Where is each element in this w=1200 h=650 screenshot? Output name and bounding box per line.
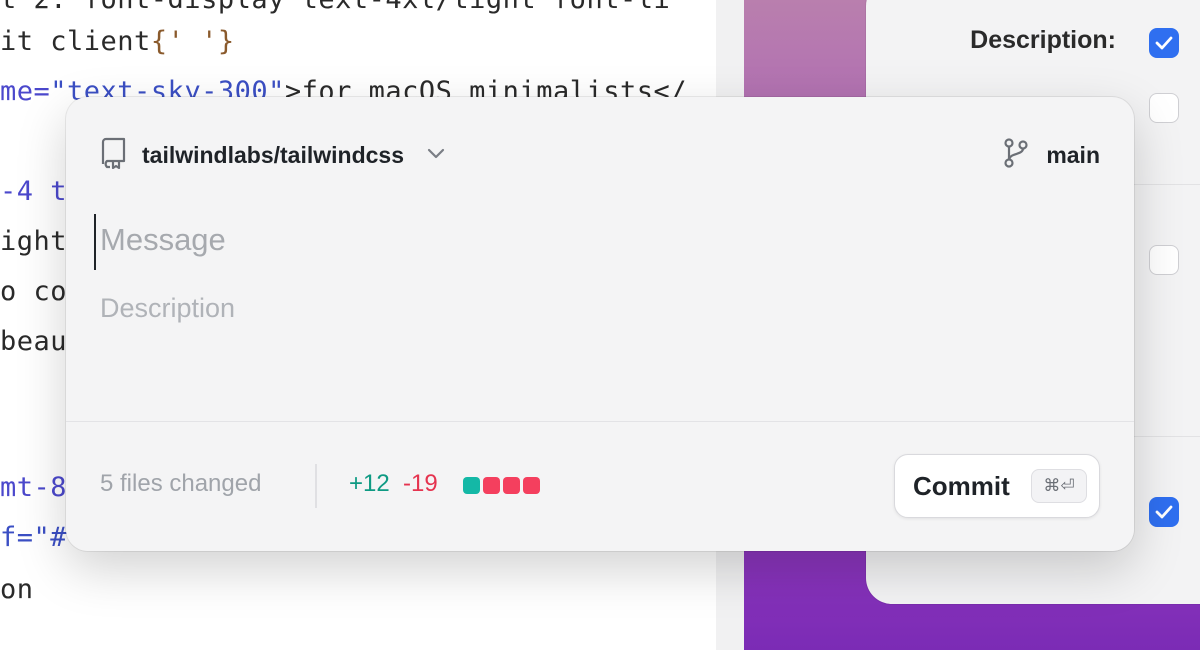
code-line: on — [0, 574, 34, 605]
commit-description-input[interactable] — [100, 293, 1090, 393]
code-token: mt-8 — [0, 472, 68, 503]
code-token: o co — [0, 276, 68, 307]
code-line: it client{' '} — [0, 26, 235, 57]
git-branch-icon — [1002, 137, 1030, 174]
diffstat-block — [483, 477, 500, 494]
chevron-down-icon — [426, 146, 446, 165]
code-token: t 2: font-display text-4xl/tight font-li — [0, 0, 670, 15]
code-line: o co — [0, 276, 67, 307]
checkmark-icon — [1155, 505, 1173, 519]
code-token: me= — [0, 76, 51, 107]
footer-divider — [315, 464, 317, 508]
commit-popover: tailwindlabs/tailwindcss main 5 files ch… — [66, 97, 1134, 551]
checkmark-icon — [1155, 36, 1173, 50]
repo-selector[interactable]: tailwindlabs/tailwindcss — [100, 137, 446, 173]
description-checkbox[interactable] — [1149, 28, 1179, 58]
text-caret — [94, 214, 96, 270]
files-changed-count[interactable]: 5 files changed — [100, 470, 261, 498]
code-token: -4 t — [0, 176, 68, 207]
commit-button-label: Commit — [913, 470, 1010, 501]
commit-message-input[interactable] — [100, 213, 1090, 267]
code-line: t 2: font-display text-4xl/tight font-li — [0, 0, 670, 15]
code-line: mt-8 — [0, 472, 67, 503]
keyboard-shortcut-badge: ⌘⏎ — [1031, 469, 1087, 503]
additions-count: +12 — [349, 470, 390, 497]
commit-button[interactable]: Commit ⌘⏎ — [894, 454, 1100, 518]
diffstat-block — [523, 477, 540, 494]
description-setting-label: Description: — [970, 26, 1116, 54]
code-token: on — [0, 574, 34, 605]
branch-name: main — [1046, 141, 1100, 168]
branch-selector[interactable]: main — [1002, 137, 1100, 173]
diffstat-block — [503, 477, 520, 494]
code-line: -4 t — [0, 176, 67, 207]
setting-checkbox[interactable] — [1149, 93, 1179, 123]
repo-name: tailwindlabs/tailwindcss — [142, 141, 405, 168]
setting-checkbox[interactable] — [1149, 497, 1179, 527]
setting-checkbox[interactable] — [1149, 245, 1179, 275]
diffstat-bar — [463, 477, 540, 494]
code-token: {' '} — [150, 26, 235, 57]
diffstat-block — [463, 477, 480, 494]
repo-book-icon — [100, 137, 128, 174]
code-token: it client — [0, 26, 151, 57]
deletions-count: -19 — [403, 470, 438, 497]
commit-footer: 5 files changed +12 -19 Commit ⌘⏎ — [66, 421, 1134, 551]
